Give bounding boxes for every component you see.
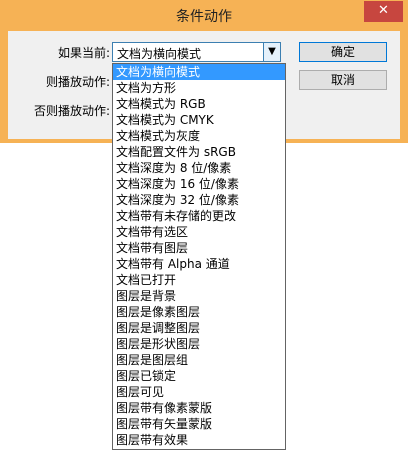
dropdown-option[interactable]: 文档带有 Alpha 通道 bbox=[113, 256, 285, 272]
dropdown-option[interactable]: 文档模式为灰度 bbox=[113, 128, 285, 144]
dropdown-option[interactable]: 文档带有选区 bbox=[113, 224, 285, 240]
dropdown-option[interactable]: 文档带有未存储的更改 bbox=[113, 208, 285, 224]
chevron-down-icon[interactable]: ▼ bbox=[263, 43, 280, 61]
dropdown-option[interactable]: 文档配置文件为 sRGB bbox=[113, 144, 285, 160]
dropdown-option[interactable]: 图层是调整图层 bbox=[113, 320, 285, 336]
dropdown-option[interactable]: 图层已锁定 bbox=[113, 368, 285, 384]
dropdown-option[interactable]: 图层是背景 bbox=[113, 288, 285, 304]
condition-dropdown-list[interactable]: 文档为横向模式 文档为方形 文档模式为 RGB 文档模式为 CMYK 文档模式为灰度 文档… bbox=[112, 63, 286, 450]
if-current-label: 如果当前: bbox=[57, 46, 110, 60]
dropdown-option[interactable]: 图层是图层组 bbox=[113, 352, 285, 368]
close-icon: ✕ bbox=[378, 3, 389, 18]
dropdown-option[interactable]: 图层可见 bbox=[113, 384, 285, 400]
dropdown-option[interactable]: 文档深度为 32 位/像素 bbox=[113, 192, 285, 208]
condition-select[interactable]: 文档为横向模式 ▼ bbox=[112, 42, 281, 62]
dialog-title: 条件动作 bbox=[176, 9, 232, 25]
dropdown-option[interactable]: 文档模式为 RGB bbox=[113, 96, 285, 112]
dropdown-option[interactable]: 文档深度为 16 位/像素 bbox=[113, 176, 285, 192]
dropdown-option[interactable]: 文档模式为 CMYK bbox=[113, 112, 285, 128]
dropdown-option[interactable]: 图层带有矢量蒙版 bbox=[113, 416, 285, 432]
dropdown-option[interactable]: 文档深度为 8 位/像素 bbox=[113, 160, 285, 176]
dropdown-option[interactable]: 图层是形状图层 bbox=[113, 336, 285, 352]
dropdown-option[interactable]: 图层是像素图层 bbox=[113, 304, 285, 320]
dropdown-option[interactable]: 图层带有像素蒙版 bbox=[113, 400, 285, 416]
else-play-label: 否则播放动作: bbox=[33, 104, 110, 118]
dropdown-option[interactable]: 文档为横向模式 bbox=[113, 64, 285, 80]
dropdown-option[interactable]: 文档带有图层 bbox=[113, 240, 285, 256]
condition-select-value: 文档为横向模式 bbox=[117, 47, 202, 61]
title-bar[interactable]: 条件动作 ✕ bbox=[0, 0, 408, 30]
close-button[interactable]: ✕ bbox=[364, 1, 403, 22]
then-play-label: 则播放动作: bbox=[45, 75, 110, 89]
dropdown-option[interactable]: 文档为方形 bbox=[113, 80, 285, 96]
ok-button[interactable]: 确定 bbox=[299, 42, 387, 62]
dropdown-option[interactable]: 文档已打开 bbox=[113, 272, 285, 288]
dropdown-option[interactable]: 图层带有效果 bbox=[113, 432, 285, 448]
cancel-button[interactable]: 取消 bbox=[299, 70, 387, 90]
